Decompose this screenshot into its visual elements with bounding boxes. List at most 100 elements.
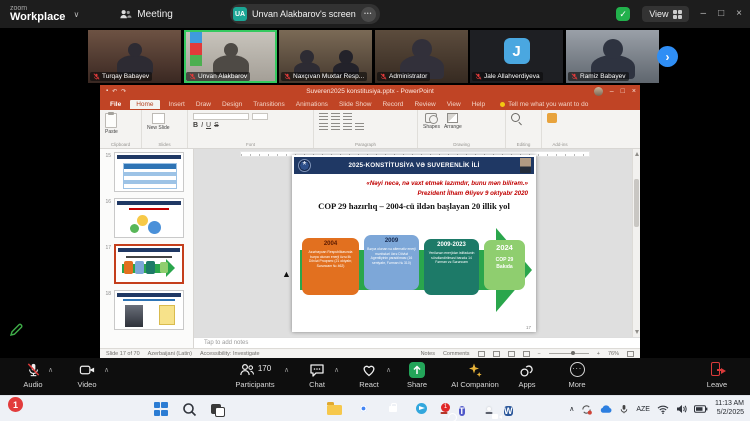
more-button[interactable]: ··· More [546,362,608,389]
account-avatar[interactable] [594,87,603,96]
vertical-scrollbar[interactable] [632,149,640,337]
timeline-box-2009[interactable]: 2009 Bərpa olunan və alternativ enerji m… [364,235,419,290]
video-tile-naxcivan[interactable]: Naxçıvan Muxtar Resp... [279,30,372,83]
tray-mic-icon[interactable] [619,404,629,414]
align-left-button[interactable] [319,123,328,131]
tab-help[interactable]: Help [470,100,487,109]
tab-draw[interactable]: Draw [194,100,213,109]
paste-button[interactable]: Paste [105,113,118,135]
font-name-dropdown[interactable] [193,113,249,120]
arrange-button[interactable]: Arrange [444,113,462,130]
video-options-chevron[interactable]: ∧ [104,366,109,374]
maximize-button[interactable]: □ [718,9,724,19]
search-button[interactable] [181,401,198,418]
underline-button[interactable]: U [206,122,211,129]
notification-badge[interactable]: 1 [8,397,23,412]
annotate-pencil-button[interactable] [6,320,26,340]
tab-insert[interactable]: Insert [167,100,187,109]
zoom-app-icon[interactable] [487,407,491,411]
wifi-icon[interactable] [657,405,669,414]
normal-view-button[interactable] [478,351,485,357]
zoom-slider[interactable] [549,353,589,354]
onedrive-cloud-icon[interactable] [599,404,612,414]
tab-meeting[interactable]: Meeting [119,8,173,21]
thumbnail-slide-18[interactable]: 18 [102,290,193,330]
tab-transitions[interactable]: Transitions [251,100,287,109]
slide-sorter-view-button[interactable] [493,351,500,357]
notes-pane[interactable]: Tap to add notes [194,337,640,348]
tab-animations[interactable]: Animations [294,100,330,109]
tab-file[interactable]: File [108,100,123,109]
workspace-chevron-icon[interactable]: ∨ [73,10,79,19]
screen-share-indicator[interactable]: UA Unvan Alakbarov's screen ••• [230,4,380,24]
align-right-button[interactable] [343,123,352,131]
leave-button[interactable]: Leave [686,362,748,389]
scrollbar-thumb[interactable] [634,179,639,227]
file-explorer-icon[interactable] [326,401,343,418]
task-view-button[interactable] [210,401,227,418]
thumbnail-slide-17-selected[interactable]: 17 [102,244,193,284]
language-switcher[interactable]: AZE [636,406,650,413]
thumbnail-slide-15[interactable]: 15 [102,152,193,192]
timeline-box-2009-2023[interactable]: 2009-2023 Yenilənən enerjidən istifadəni… [424,239,479,295]
strikethrough-button[interactable]: S [214,122,219,129]
tray-expand-chevron[interactable]: ∧ [569,405,574,413]
timeline-box-2024[interactable]: 2024 COP 29 Bakıda [484,240,525,290]
tab-view[interactable]: View [445,100,463,109]
video-tile-jale[interactable]: J Jale Allahverdiyeva [470,30,563,83]
ppt-minimize-button[interactable]: – [610,88,614,95]
copilot-icon[interactable] [239,401,256,418]
slide-title[interactable]: COP 29 hazırlıq – 2004-cü ildən başlayan… [292,201,536,211]
ppt-close-button[interactable]: × [632,88,636,95]
current-slide[interactable]: * 2025-KONSTİTUSİYA VƏ SUVERENLİK İLİ «N… [292,155,536,332]
tab-review[interactable]: Review [412,100,437,109]
scroll-up-arrow[interactable] [635,152,639,156]
bold-button[interactable]: B [193,122,198,129]
new-slide-button[interactable]: New Slide [147,113,170,131]
timeline-box-2004[interactable]: 2004 Azərbaycan Respublikasında bərpa ol… [302,238,359,295]
microsoft-store-icon[interactable] [384,401,401,418]
battery-icon[interactable] [694,405,708,413]
scroll-down-arrow[interactable] [635,330,639,334]
whatsapp-icon[interactable]: 1 [442,407,446,411]
indent-button[interactable] [343,113,352,121]
video-tile-administrator[interactable]: Administrator [375,30,468,83]
zoom-out-button[interactable]: − [538,351,541,357]
clock[interactable]: 11:13 AM 5/2/2025 [715,400,744,418]
teams-icon[interactable]: T [458,401,475,418]
sync-icon[interactable] [581,404,592,415]
start-button[interactable] [152,401,169,418]
reading-view-button[interactable] [508,351,515,357]
tab-slide-show[interactable]: Slide Show [337,100,374,109]
tab-record[interactable]: Record [380,100,405,109]
justify-button[interactable] [355,123,364,131]
tab-design[interactable]: Design [220,100,244,109]
comments-toggle[interactable]: Comments [443,351,470,357]
italic-button[interactable]: I [201,122,203,129]
tab-home[interactable]: Home [130,100,159,109]
video-tile-ramiz[interactable]: Ramiz Babayev [566,30,659,83]
font-size-dropdown[interactable] [252,113,268,120]
volume-icon[interactable] [676,404,687,414]
slideshow-view-button[interactable] [523,351,530,357]
thumbnail-preview[interactable] [114,290,184,330]
zoom-percentage[interactable]: 76% [608,351,619,357]
security-shield-icon[interactable]: ✓ [616,7,630,21]
audio-button[interactable]: Audio [2,362,64,389]
edge-icon[interactable] [297,401,314,418]
close-button[interactable]: × [736,9,742,19]
view-button[interactable]: View [642,6,688,22]
video-tile-turqay[interactable]: Turqay Babayev [88,30,181,83]
word-icon[interactable]: W [503,401,520,418]
notes-toggle[interactable]: Notes [421,351,435,357]
accessibility-status[interactable]: Accessibility: Investigate [200,351,260,357]
bullets-button[interactable] [319,113,328,121]
share-options-button[interactable]: ••• [361,7,376,22]
telegram-icon[interactable] [413,401,430,418]
align-center-button[interactable] [331,123,340,131]
zoom-in-button[interactable]: + [597,351,600,357]
tell-me-search[interactable]: Tell me what you want to do [500,101,588,108]
chrome-icon[interactable] [355,401,372,418]
ppt-restore-button[interactable]: □ [621,88,625,95]
thumbnail-preview[interactable] [114,198,184,238]
